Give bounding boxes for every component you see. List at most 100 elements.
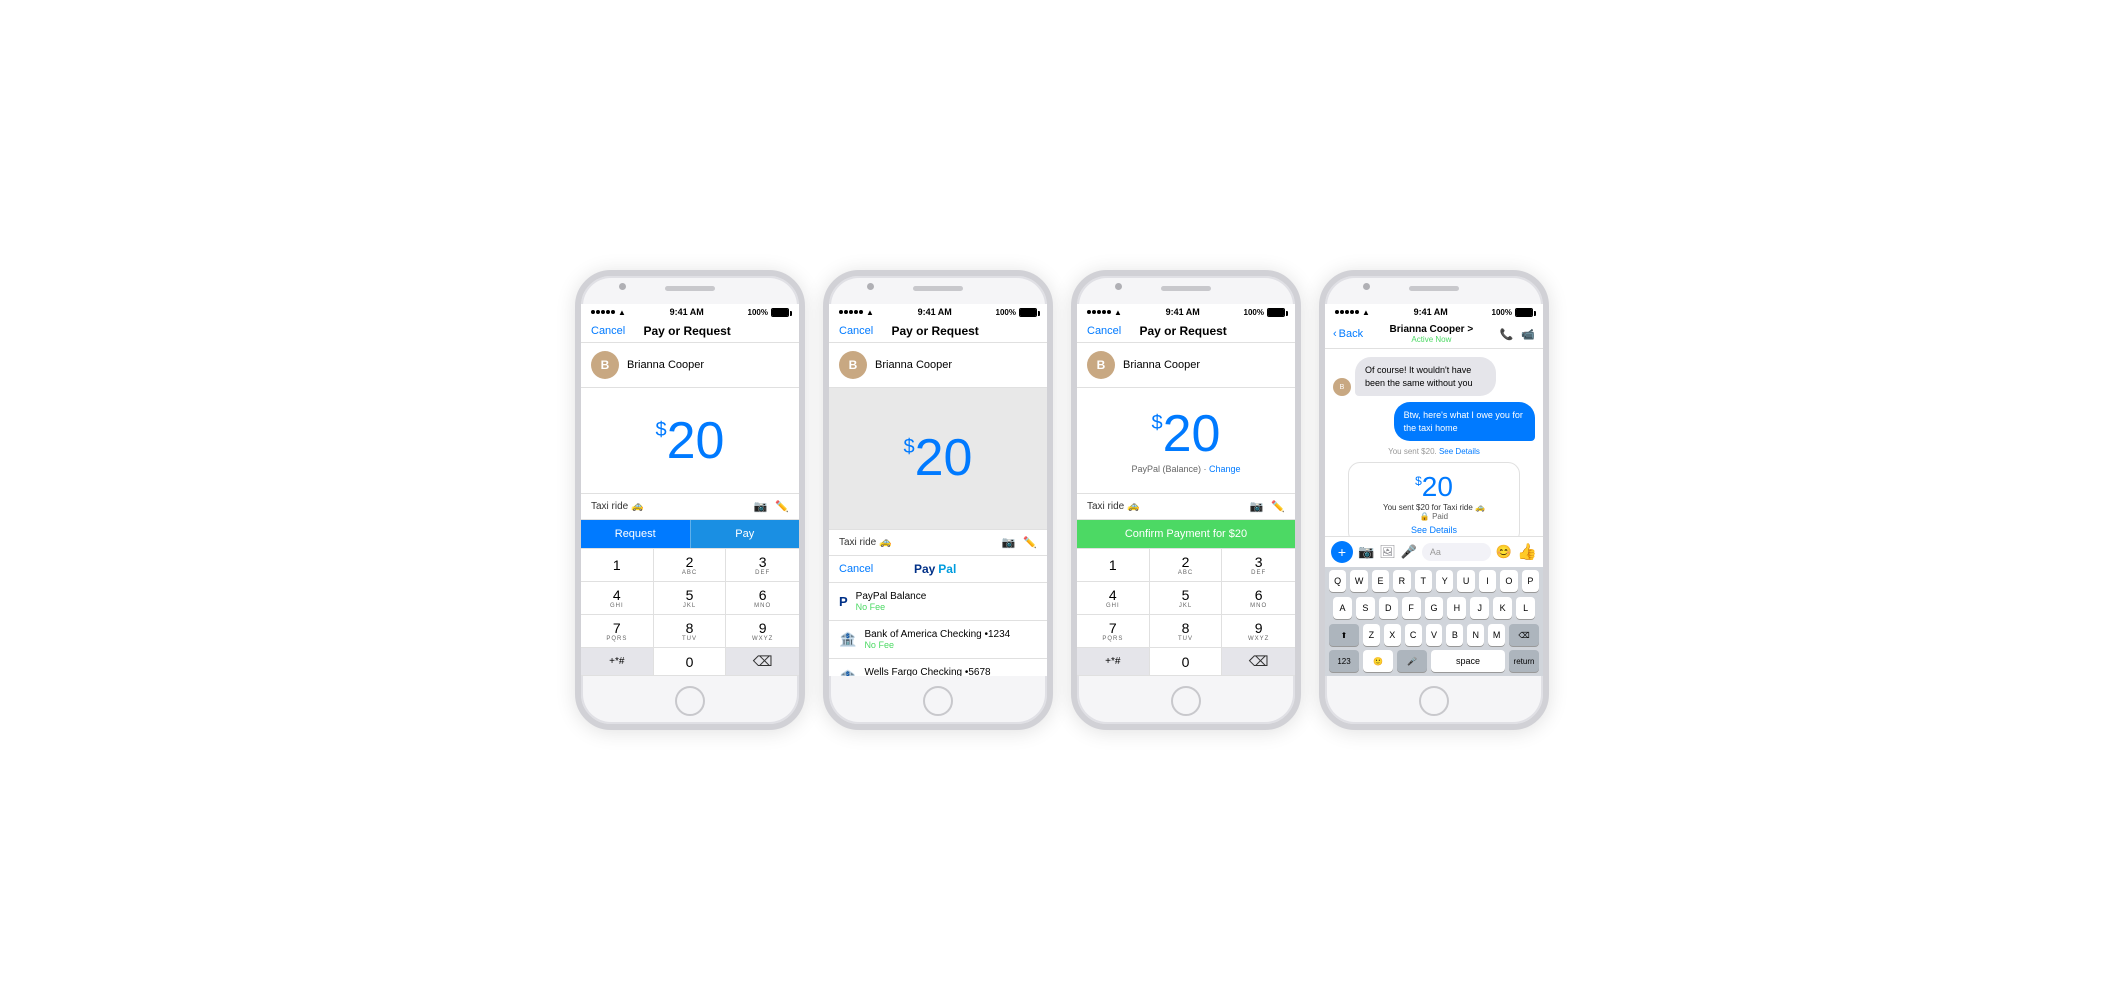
kb-l[interactable]: L	[1516, 597, 1535, 619]
key-2[interactable]: 2ABC	[654, 549, 727, 582]
kb-k[interactable]: K	[1493, 597, 1512, 619]
kb-return[interactable]: return	[1509, 650, 1539, 672]
payment-card-see-details[interactable]: See Details	[1361, 525, 1507, 535]
kb-d[interactable]: D	[1379, 597, 1398, 619]
kb-t[interactable]: T	[1415, 570, 1432, 592]
phone-3: ▲ 9:41 AM 100% Cancel Pay or Request B B…	[1071, 270, 1301, 730]
phone-4-screen: ▲ 9:41 AM 100% ‹ Back Brianna Cooper > A…	[1325, 304, 1543, 676]
amount-area-3: $ 20 PayPal (Balance) · Change	[1077, 388, 1295, 493]
kb-backspace[interactable]: ⌫	[1509, 624, 1539, 646]
key-7-3[interactable]: 7PQRS	[1077, 615, 1150, 648]
key-1-3[interactable]: 1	[1077, 549, 1150, 582]
photo-msg-icon[interactable]: 🖼	[1379, 544, 1396, 560]
key-delete[interactable]: ⌫	[726, 648, 799, 676]
kb-r[interactable]: R	[1393, 570, 1410, 592]
kb-b[interactable]: B	[1446, 624, 1463, 646]
amount-number-1: 20	[667, 415, 725, 467]
key-9-3[interactable]: 9WXYZ	[1222, 615, 1295, 648]
kb-h[interactable]: H	[1447, 597, 1466, 619]
video-icon[interactable]: 📹	[1521, 328, 1535, 341]
cancel-button-3[interactable]: Cancel	[1087, 325, 1121, 337]
kb-y[interactable]: Y	[1436, 570, 1453, 592]
key-5-3[interactable]: 5JKL	[1150, 582, 1223, 615]
kb-123[interactable]: 123	[1329, 650, 1359, 672]
pay-button-1[interactable]: Pay	[690, 520, 800, 548]
kb-emoji[interactable]: 🙂	[1363, 650, 1393, 672]
home-button-4[interactable]	[1419, 686, 1449, 716]
message-input[interactable]: Aa	[1422, 543, 1491, 561]
key-9[interactable]: 9WXYZ	[726, 615, 799, 648]
kb-w[interactable]: W	[1350, 570, 1367, 592]
kb-row-3: ⬆ Z X C V B N M ⌫	[1325, 621, 1543, 648]
home-button-3[interactable]	[1171, 686, 1201, 716]
paypal-cancel-button[interactable]: Cancel	[839, 563, 873, 575]
home-button-1[interactable]	[675, 686, 705, 716]
keyboard: Q W E R T Y U I O P A S D F G H	[1325, 567, 1543, 676]
phone-2-screen: ▲ 9:41 AM 100% Cancel Pay or Request B B…	[829, 304, 1047, 676]
request-button-1[interactable]: Request	[581, 520, 690, 548]
key-8[interactable]: 8TUV	[654, 615, 727, 648]
kb-v[interactable]: V	[1426, 624, 1443, 646]
messenger-contact-name[interactable]: Brianna Cooper >	[1390, 324, 1474, 335]
camera-msg-icon[interactable]: 📷	[1358, 544, 1374, 560]
kb-mic[interactable]: 🎤	[1397, 650, 1427, 672]
kb-o[interactable]: O	[1500, 570, 1517, 592]
kb-n[interactable]: N	[1467, 624, 1484, 646]
paypal-item-0[interactable]: P PayPal Balance No Fee	[829, 583, 1047, 621]
kb-a[interactable]: A	[1333, 597, 1352, 619]
paypal-item-fee-0: No Fee	[856, 602, 1037, 612]
wifi-icon-3: ▲	[1114, 308, 1122, 317]
status-time-3: 9:41 AM	[1166, 307, 1200, 317]
paypal-item-1[interactable]: 🏦 Bank of America Checking •1234 No Fee	[829, 621, 1047, 659]
kb-q[interactable]: Q	[1329, 570, 1346, 592]
key-6[interactable]: 6MNO	[726, 582, 799, 615]
key-4-3[interactable]: 4GHI	[1077, 582, 1150, 615]
contact-name-3: Brianna Cooper	[1123, 359, 1200, 371]
key-star-3[interactable]: +*#	[1077, 648, 1150, 676]
key-3[interactable]: 3DEF	[726, 549, 799, 582]
plus-button[interactable]: +	[1331, 541, 1353, 563]
kb-e[interactable]: E	[1372, 570, 1389, 592]
kb-f[interactable]: F	[1402, 597, 1421, 619]
kb-z[interactable]: Z	[1363, 624, 1380, 646]
bubble-received-0: Of course! It wouldn't have been the sam…	[1355, 357, 1496, 396]
key-4[interactable]: 4GHI	[581, 582, 654, 615]
kb-g[interactable]: G	[1425, 597, 1444, 619]
messenger-input-row: + 📷 🖼 🎤 Aa 😊 👍	[1325, 536, 1543, 567]
call-icon[interactable]: 📞	[1500, 328, 1514, 341]
kb-shift[interactable]: ⬆	[1329, 624, 1359, 646]
kb-i[interactable]: I	[1479, 570, 1496, 592]
contact-row-2: B Brianna Cooper	[829, 343, 1047, 388]
key-6-3[interactable]: 6MNO	[1222, 582, 1295, 615]
mic-msg-icon[interactable]: 🎤	[1401, 544, 1417, 560]
kb-c[interactable]: C	[1405, 624, 1422, 646]
key-7[interactable]: 7PQRS	[581, 615, 654, 648]
key-8-3[interactable]: 8TUV	[1150, 615, 1223, 648]
contact-row-3: B Brianna Cooper	[1077, 343, 1295, 388]
home-button-2[interactable]	[923, 686, 953, 716]
kb-j[interactable]: J	[1470, 597, 1489, 619]
emoji-icon[interactable]: 😊	[1496, 544, 1512, 560]
key-star[interactable]: +*#	[581, 648, 654, 676]
kb-s[interactable]: S	[1356, 597, 1375, 619]
kb-x[interactable]: X	[1384, 624, 1401, 646]
amount-display-3: $ 20	[1152, 408, 1221, 460]
kb-m[interactable]: M	[1488, 624, 1505, 646]
key-3-3[interactable]: 3DEF	[1222, 549, 1295, 582]
cancel-button-1[interactable]: Cancel	[591, 325, 625, 337]
confirm-button-3[interactable]: Confirm Payment for $20	[1077, 520, 1295, 548]
key-2-3[interactable]: 2ABC	[1150, 549, 1223, 582]
kb-p[interactable]: P	[1522, 570, 1539, 592]
camera-note-icon-2: 📷	[1002, 536, 1016, 549]
kb-u[interactable]: U	[1457, 570, 1474, 592]
paypal-item-2[interactable]: 🏦 Wells Fargo Checking •5678 No Fee	[829, 659, 1047, 677]
back-button[interactable]: ‹ Back	[1333, 328, 1363, 340]
kb-space[interactable]: space	[1431, 650, 1505, 672]
key-delete-3[interactable]: ⌫	[1222, 648, 1295, 676]
thumbs-up-icon[interactable]: 👍	[1517, 542, 1537, 562]
cancel-button-2[interactable]: Cancel	[839, 325, 873, 337]
key-5[interactable]: 5JKL	[654, 582, 727, 615]
key-1[interactable]: 1	[581, 549, 654, 582]
key-0-3[interactable]: 0	[1150, 648, 1223, 676]
key-0[interactable]: 0	[654, 648, 727, 676]
